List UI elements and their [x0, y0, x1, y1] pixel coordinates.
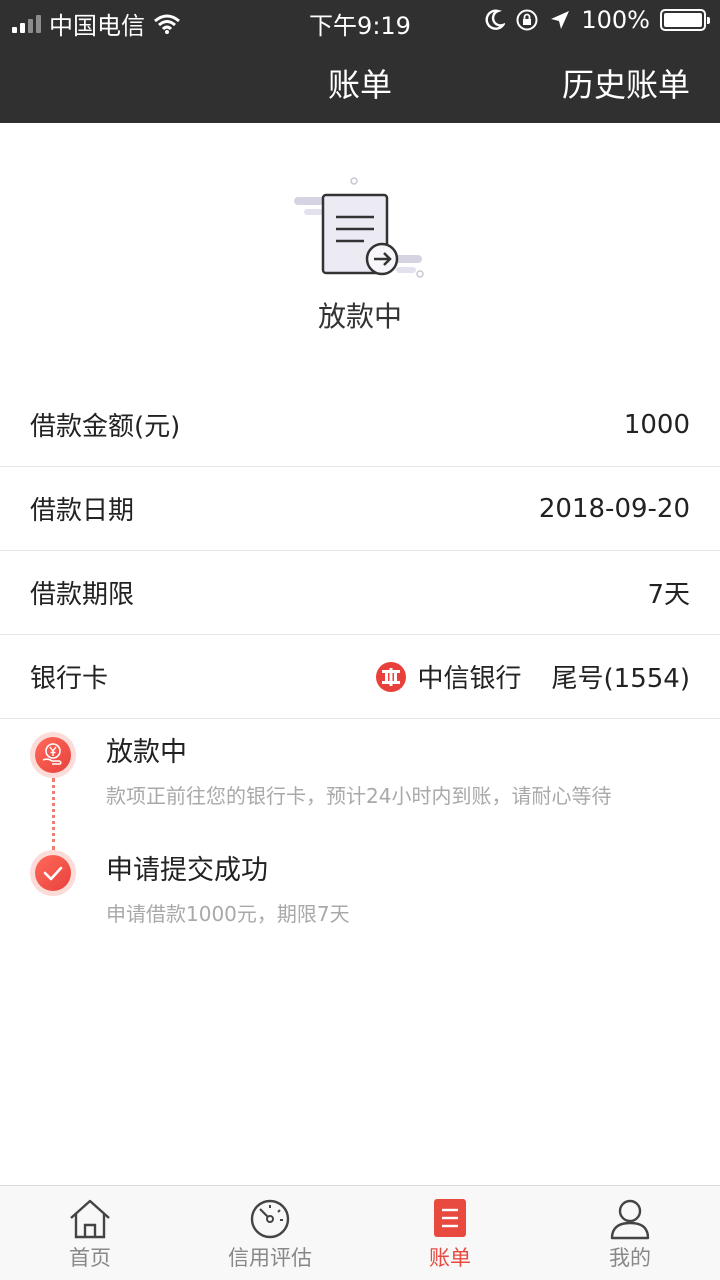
- tab-label: 我的: [609, 1246, 651, 1270]
- bank-name: 中信银行: [417, 664, 522, 694]
- battery-percent: 100%: [581, 6, 650, 34]
- loan-amount-label: 借款金额(元): [30, 412, 181, 442]
- rotation-lock-icon: [516, 9, 538, 31]
- status-bar: 中国电信 下午9:19 100%: [0, 0, 720, 40]
- loan-term-row: 借款期限 7天: [0, 551, 720, 635]
- bill-icon: [434, 1199, 466, 1237]
- card-tail-number: 尾号(1554): [551, 664, 690, 694]
- step-description: 申请借款1000元，期限7天: [106, 902, 350, 926]
- tab-label: 账单: [429, 1246, 471, 1270]
- nav-bar: 账单 历史账单: [0, 40, 720, 123]
- step-dot: [30, 850, 76, 896]
- step-description: 款项正前往您的银行卡，预计24小时内到账，请耐心等待: [106, 784, 612, 808]
- tab-home[interactable]: 首页: [0, 1186, 180, 1280]
- location-icon: [551, 11, 570, 29]
- disbursing-document-icon: [294, 177, 424, 278]
- timeline-step-submitted: 申请提交成功 申请借款1000元，期限7天: [0, 848, 720, 966]
- loan-amount-value: 1000: [623, 409, 690, 440]
- timeline-step-disbursing: 放款中 款项正前往您的银行卡，预计24小时内到账，请耐心等待: [0, 730, 720, 848]
- checkmark-icon: [43, 866, 63, 881]
- progress-timeline: 放款中 款项正前往您的银行卡，预计24小时内到账，请耐心等待 申请提交成功 申请…: [0, 730, 720, 966]
- loan-info-list: 借款金额(元) 1000 借款日期 2018-09-20 借款期限 7天 银行卡…: [0, 383, 720, 719]
- tab-label: 信用评估: [228, 1246, 312, 1270]
- user-icon: [610, 1199, 650, 1240]
- history-bills-button[interactable]: 历史账单: [562, 60, 690, 106]
- hero-status-label: 放款中: [317, 300, 402, 333]
- loan-term-label: 借款期限: [30, 580, 135, 610]
- citic-bank-logo-icon: [375, 661, 406, 692]
- loan-date-label: 借款日期: [30, 496, 135, 526]
- home-icon: [70, 1199, 110, 1239]
- tab-bills[interactable]: 账单: [360, 1186, 540, 1280]
- gauge-icon: [250, 1199, 290, 1239]
- moon-icon: [485, 9, 506, 30]
- loan-amount-row: 借款金额(元) 1000: [0, 383, 720, 467]
- loan-date-row: 借款日期 2018-09-20: [0, 467, 720, 551]
- tab-label: 首页: [69, 1246, 111, 1270]
- yuan-hand-icon: [42, 743, 62, 765]
- bottom-tab-bar: 首页 信用评估 账单 我的: [0, 1185, 720, 1280]
- step-title: 放款中: [106, 737, 187, 768]
- battery-icon: [660, 9, 710, 31]
- status-right: 100%: [485, 6, 710, 34]
- step-title: 申请提交成功: [106, 855, 268, 886]
- loan-term-value: 7天: [647, 580, 690, 610]
- tab-mine[interactable]: 我的: [540, 1186, 720, 1280]
- bank-card-row: 银行卡 中信银行 尾号(1554): [0, 635, 720, 719]
- bank-card-value: 中信银行 尾号(1554): [375, 658, 690, 695]
- loan-date-value: 2018-09-20: [538, 493, 690, 524]
- bank-card-label: 银行卡: [30, 664, 109, 694]
- tab-credit-assessment[interactable]: 信用评估: [180, 1186, 360, 1280]
- status-hero: 放款中: [0, 123, 720, 383]
- step-dot: [30, 732, 76, 778]
